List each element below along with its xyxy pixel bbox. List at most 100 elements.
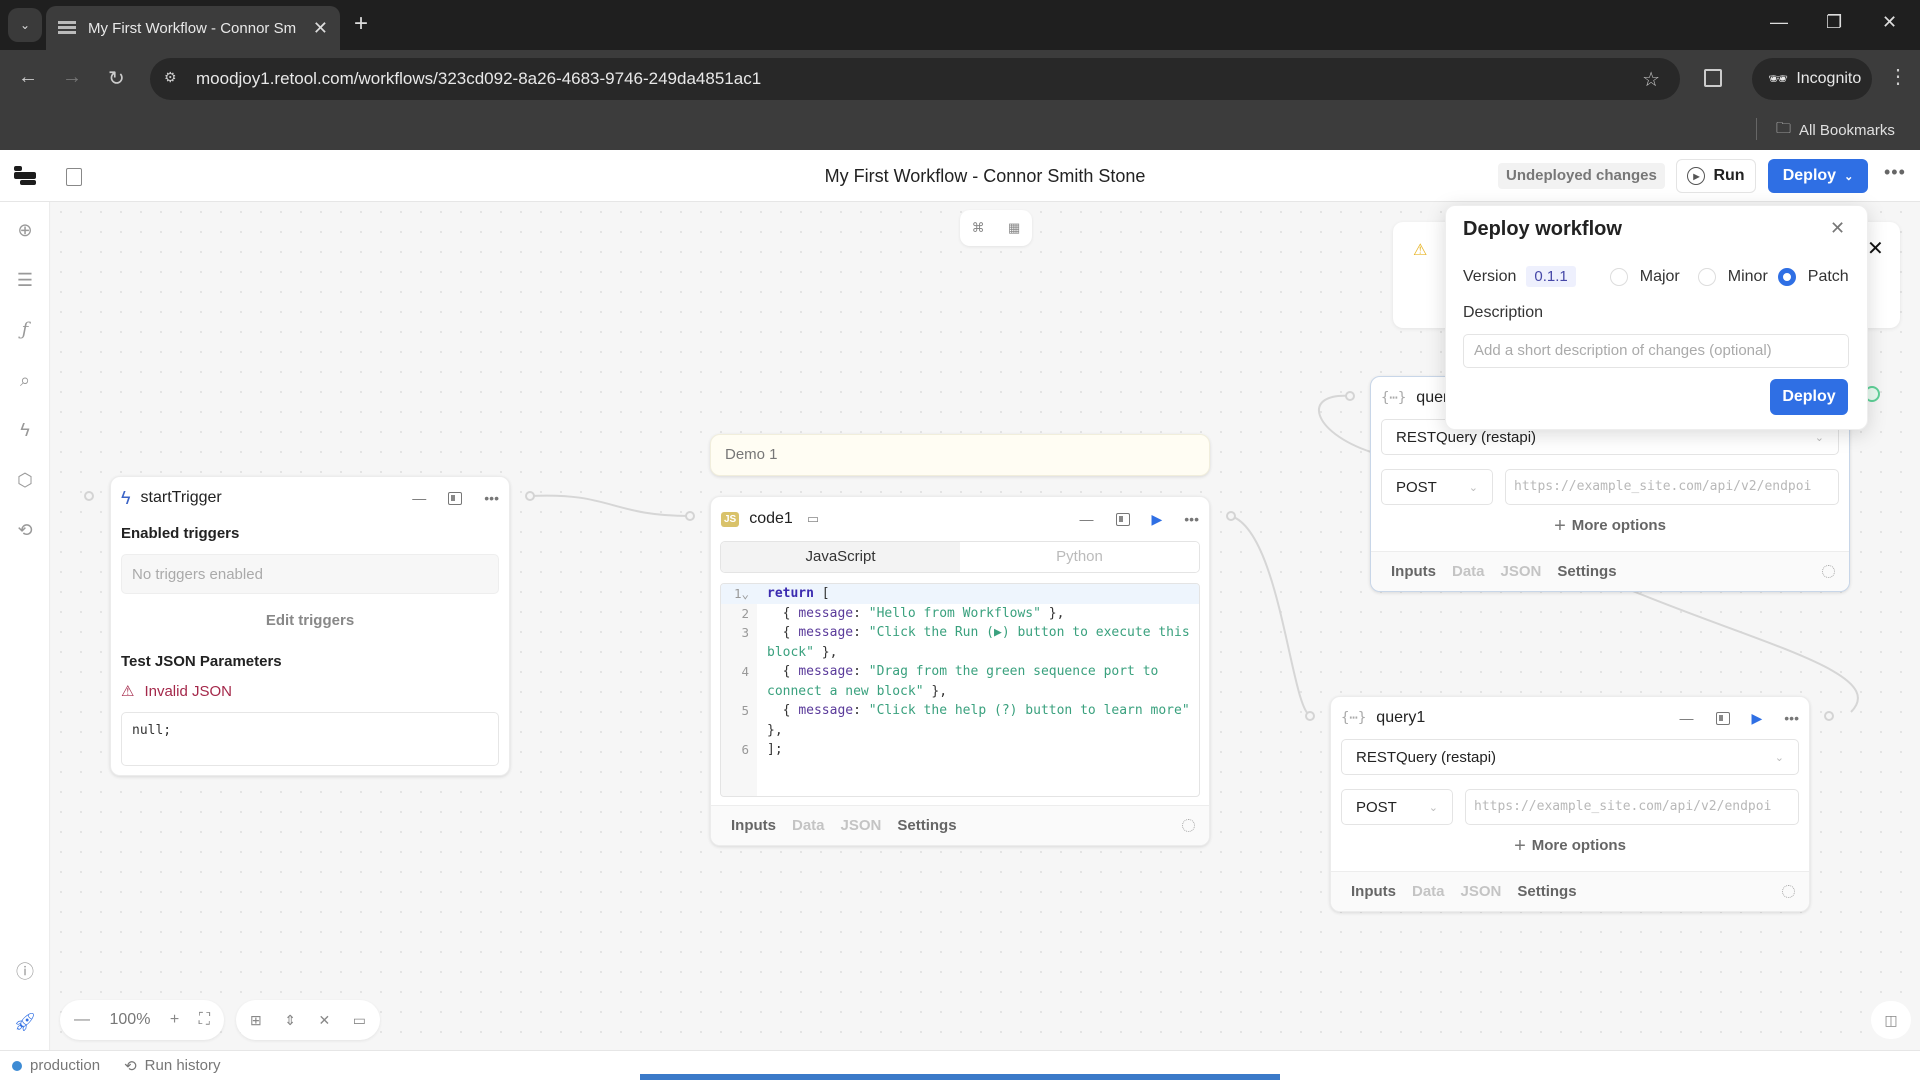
url-input[interactable]: ⚙ moodjoy1.retool.com/workflows/323cd092… <box>150 58 1680 100</box>
status-spinner-icon <box>1182 819 1195 832</box>
auto-layout-icon[interactable]: ⊞ <box>250 1012 262 1029</box>
forward-icon[interactable]: → <box>62 66 82 89</box>
run-history-link[interactable]: Run history <box>145 1057 221 1074</box>
expand-panel-icon[interactable] <box>448 491 463 505</box>
deploy-dropdown-button[interactable]: Deploy ⌄ <box>1768 159 1868 193</box>
json-params-editor[interactable]: null; <box>121 712 499 766</box>
code-line: 5 { message: "Click the help (?) button … <box>721 701 1199 740</box>
browser-tab[interactable]: My First Workflow - Connor Sm ✕ <box>46 6 340 50</box>
restore-icon[interactable]: ❐ <box>1826 12 1842 33</box>
search-icon[interactable]: ⌕ <box>13 368 37 392</box>
new-tab-button[interactable]: + <box>354 10 368 38</box>
tab-json[interactable]: JSON <box>1501 563 1542 580</box>
environment-label[interactable]: production <box>30 1057 100 1074</box>
list-icon[interactable]: ☰ <box>13 268 37 292</box>
description-input[interactable]: Add a short description of changes (opti… <box>1463 334 1849 368</box>
radio-patch[interactable] <box>1777 267 1796 286</box>
tab-json[interactable]: JSON <box>1461 883 1502 900</box>
browser-menu-icon[interactable]: ⋮ <box>1888 64 1908 89</box>
history-icon[interactable]: ⟲ <box>13 518 37 542</box>
graph-layout-icon[interactable]: ⌘ <box>972 220 985 236</box>
bookmark-star-icon[interactable]: ☆ <box>1642 67 1660 92</box>
resource-select[interactable]: RESTQuery (restapi) ⌄ <box>1341 739 1799 775</box>
more-options-icon[interactable]: ••• <box>1884 162 1906 183</box>
fit-view-icon[interactable]: ⛶ <box>199 1011 210 1029</box>
radio-minor[interactable] <box>1697 267 1716 286</box>
reload-icon[interactable]: ↻ <box>108 66 125 91</box>
method-select[interactable]: POST ⌄ <box>1341 789 1453 825</box>
minimize-block-icon[interactable]: — <box>412 490 426 506</box>
tab-settings[interactable]: Settings <box>1557 563 1616 580</box>
block-name[interactable]: code1 <box>749 510 793 528</box>
help-icon[interactable]: ⓘ <box>13 960 37 984</box>
code-editor[interactable]: 1⌄ return [2 { message: "Hello from Workf… <box>720 583 1200 797</box>
description-icon[interactable]: ▭ <box>807 511 819 527</box>
side-panel-icon[interactable] <box>1704 69 1722 87</box>
tab-inputs[interactable]: Inputs <box>1351 883 1396 900</box>
more-options-button[interactable]: + More options <box>1341 835 1799 858</box>
port[interactable] <box>1226 511 1236 521</box>
radio-major[interactable] <box>1609 267 1628 286</box>
expand-all-icon[interactable]: ⇕ <box>284 1012 296 1029</box>
version-chip: 0.1.1 <box>1526 266 1576 287</box>
tab-data[interactable]: Data <box>792 817 825 834</box>
zoom-in-icon[interactable]: + <box>170 1011 179 1029</box>
expand-panel-icon[interactable] <box>1115 512 1130 526</box>
tab-search-button[interactable]: ⌄ <box>8 8 42 42</box>
minimize-block-icon[interactable]: — <box>1680 710 1694 726</box>
site-settings-icon[interactable]: ⚙ <box>164 69 184 89</box>
block-name[interactable]: startTrigger <box>141 489 391 507</box>
line-number: 4 <box>741 664 749 679</box>
minimize-icon[interactable]: — <box>1770 12 1788 33</box>
function-icon[interactable]: ƒ <box>13 318 37 342</box>
collapse-all-icon[interactable]: ✕ <box>319 1012 331 1029</box>
tab-settings[interactable]: Settings <box>1517 883 1576 900</box>
tab-settings[interactable]: Settings <box>897 817 956 834</box>
port[interactable] <box>84 491 94 501</box>
run-block-icon[interactable]: ▶ <box>1752 710 1763 727</box>
minimize-block-icon[interactable]: — <box>1080 511 1094 527</box>
run-button[interactable]: ▶ Run <box>1676 159 1756 193</box>
rocket-deploy-icon[interactable]: 🚀︎ <box>13 1010 37 1034</box>
block-more-icon[interactable]: ••• <box>484 490 499 506</box>
tab-json[interactable]: JSON <box>841 817 882 834</box>
toast-close-icon[interactable]: ✕ <box>1867 236 1884 261</box>
minimap-icon[interactable]: ◫ <box>1871 1001 1911 1039</box>
block-more-icon[interactable]: ••• <box>1784 710 1799 726</box>
port[interactable] <box>525 491 535 501</box>
deploy-confirm-button[interactable]: Deploy <box>1770 379 1848 415</box>
port[interactable] <box>1305 711 1315 721</box>
tab-data[interactable]: Data <box>1412 883 1445 900</box>
add-block-icon[interactable]: ⊕ <box>13 218 37 242</box>
add-note-icon[interactable]: ▭ <box>353 1012 366 1029</box>
run-block-icon[interactable]: ▶ <box>1152 511 1163 528</box>
expand-panel-icon[interactable] <box>1715 711 1730 725</box>
more-options-button[interactable]: + More options <box>1381 515 1839 538</box>
tab-close-icon[interactable]: ✕ <box>313 18 328 39</box>
tab-data[interactable]: Data <box>1452 563 1485 580</box>
incognito-badge[interactable]: 🕶 Incognito <box>1752 58 1872 100</box>
grid-layout-icon[interactable]: ▦ <box>1008 220 1020 236</box>
resources-cube-icon[interactable]: ⬡ <box>13 468 37 492</box>
method-select[interactable]: POST ⌄ <box>1381 469 1493 505</box>
all-bookmarks-button[interactable]: 🗀 All Bookmarks <box>1776 118 1895 143</box>
note-demo-1[interactable]: Demo 1 <box>710 434 1210 476</box>
tab-inputs[interactable]: Inputs <box>731 817 776 834</box>
port[interactable] <box>1345 391 1355 401</box>
triggers-icon[interactable]: ϟ <box>13 418 37 442</box>
tab-inputs[interactable]: Inputs <box>1391 563 1436 580</box>
popover-close-icon[interactable]: ✕ <box>1830 218 1845 239</box>
block-name[interactable]: query1 <box>1376 709 1657 727</box>
url-field[interactable]: https://example_site.com/api/v2/endpoi <box>1505 469 1839 505</box>
url-field[interactable]: https://example_site.com/api/v2/endpoi <box>1465 789 1799 825</box>
port[interactable] <box>685 511 695 521</box>
tab-javascript[interactable]: JavaScript <box>721 542 960 572</box>
block-more-icon[interactable]: ••• <box>1184 511 1199 527</box>
window-close-icon[interactable]: ✕ <box>1882 12 1897 33</box>
edit-triggers-button[interactable]: Edit triggers <box>121 612 499 629</box>
zoom-out-icon[interactable]: — <box>74 1011 90 1029</box>
version-label: Version <box>1463 267 1517 285</box>
back-icon[interactable]: ← <box>18 66 38 89</box>
port[interactable] <box>1824 711 1834 721</box>
tab-python[interactable]: Python <box>960 542 1199 572</box>
